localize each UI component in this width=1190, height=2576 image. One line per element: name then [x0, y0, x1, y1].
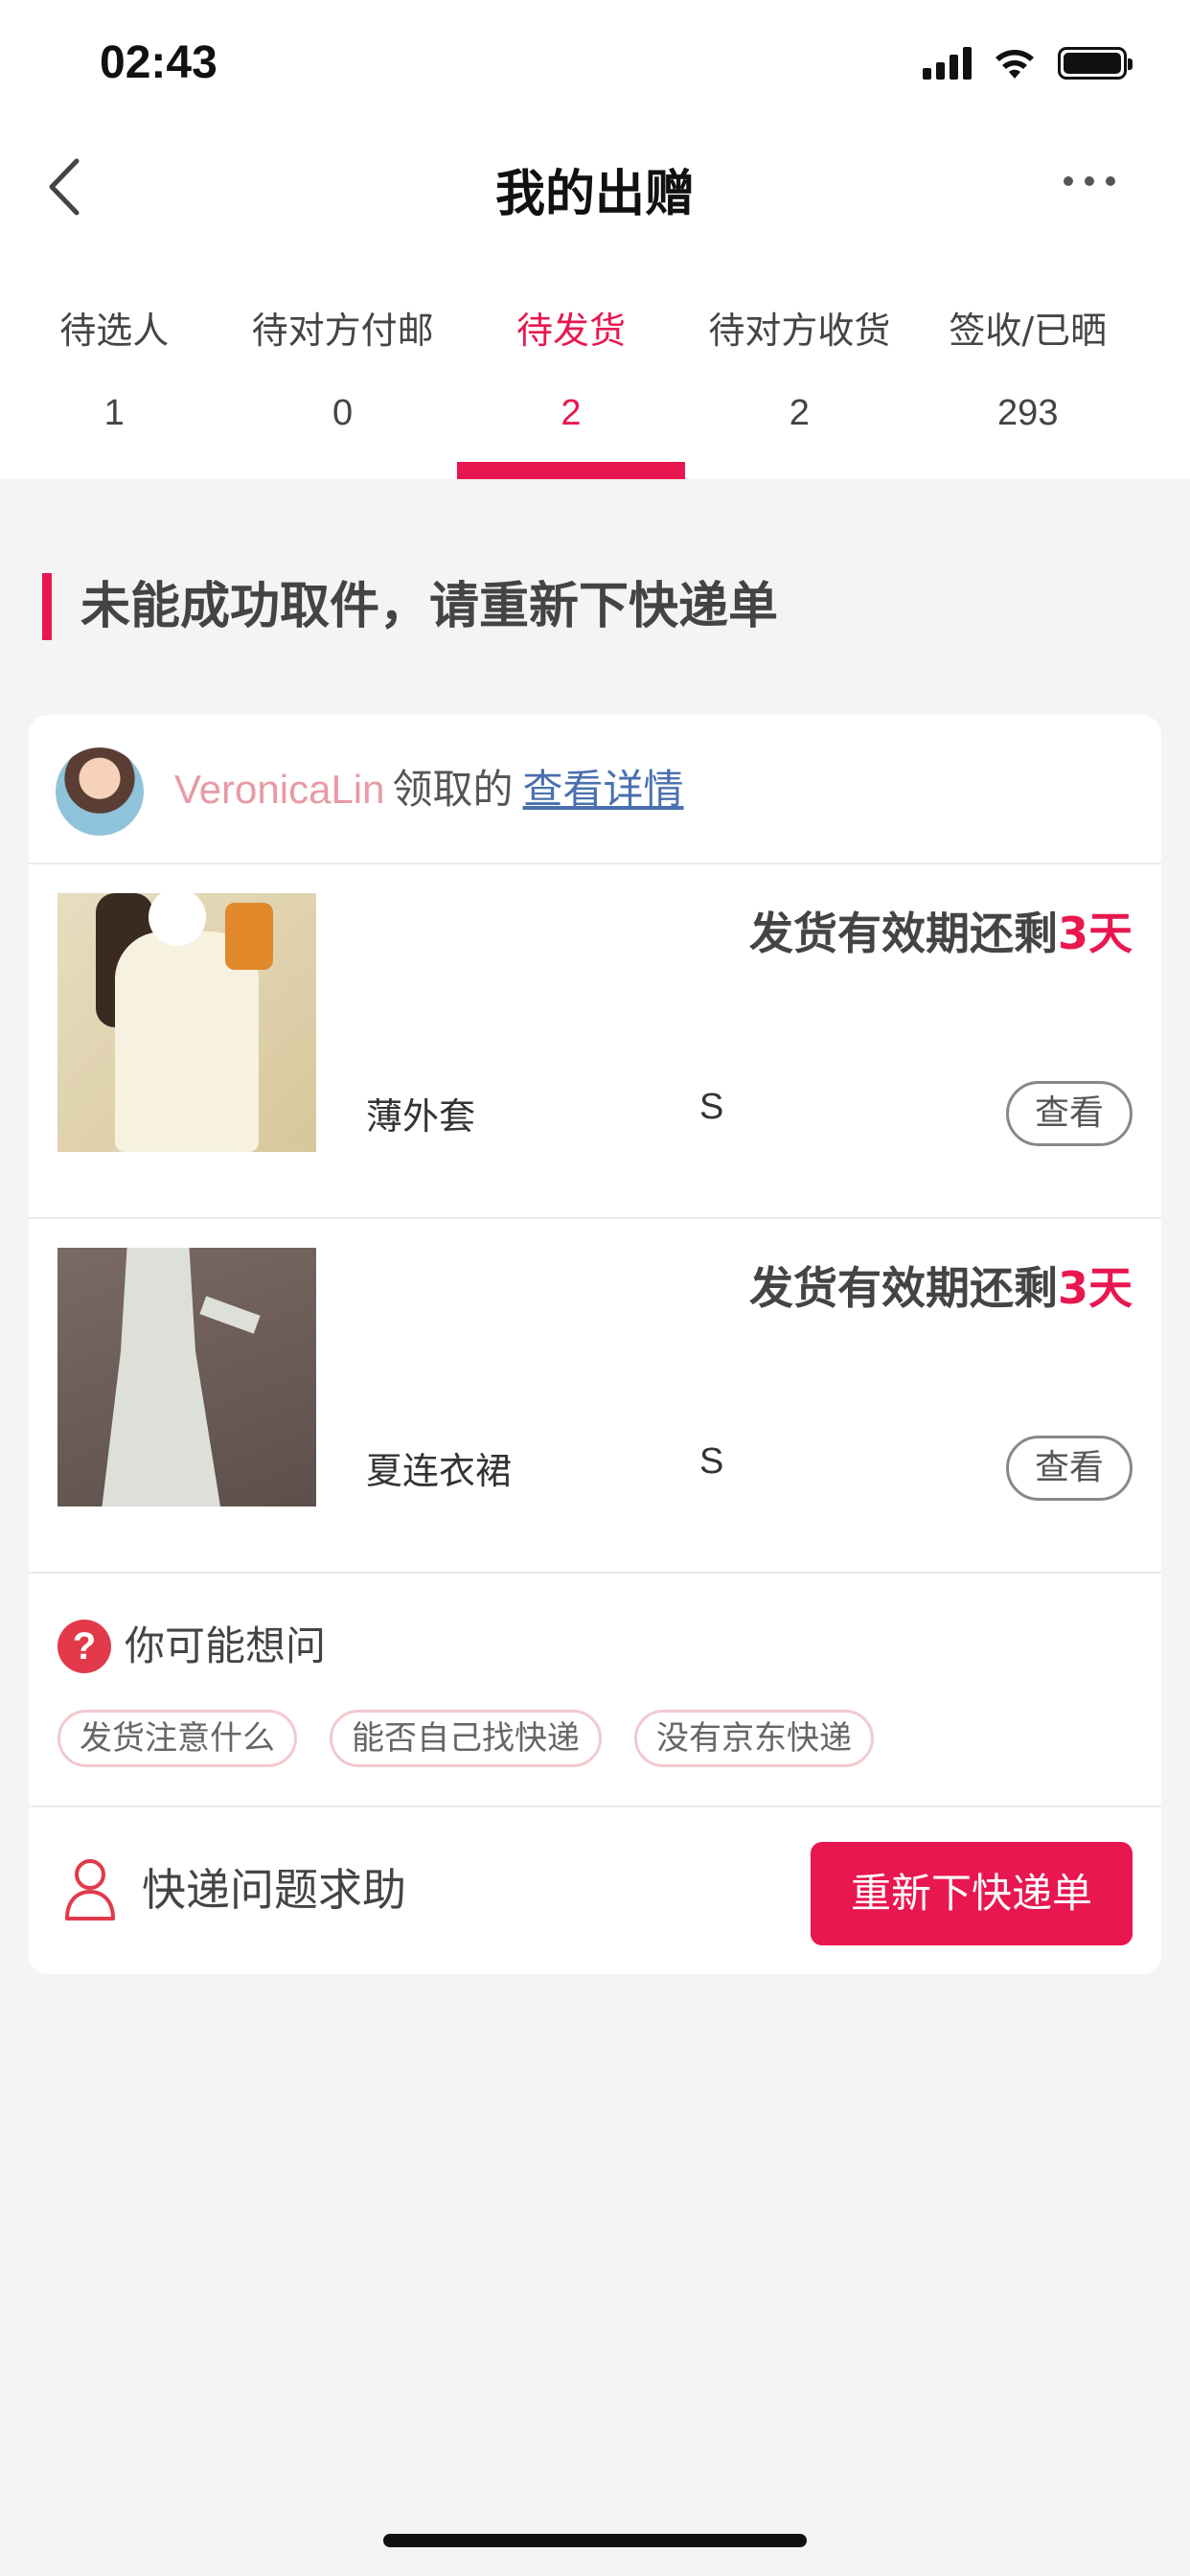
receiver-verb: 领取的: [392, 766, 514, 813]
view-button[interactable]: 查看: [1006, 1081, 1133, 1146]
section-title: 未能成功取件，请重新下快递单: [42, 573, 778, 640]
express-help-link[interactable]: 快递问题求助: [142, 1861, 406, 1919]
list-item: 发货有效期还剩3天 夏连衣裙 S 查看: [29, 1219, 1161, 1574]
item-size: S: [699, 1441, 724, 1482]
status-tabs: 待选人 1 待对方付邮 0 待发货 2 待对方收货 2 签收/已晒 293: [0, 297, 1190, 479]
reorder-express-button[interactable]: 重新下快递单: [811, 1842, 1133, 1945]
tab-count: 0: [332, 393, 354, 433]
avatar[interactable]: [56, 748, 144, 836]
faq-chip[interactable]: 发货注意什么: [57, 1710, 297, 1767]
item-image[interactable]: [57, 1248, 316, 1506]
tab-pending-receipt[interactable]: 待对方收货 2: [685, 297, 913, 479]
item-name: 薄外套: [366, 1095, 476, 1138]
tab-count: 293: [997, 393, 1059, 433]
view-details-link[interactable]: 查看详情: [523, 766, 684, 813]
deadline-days: 3天: [1057, 1262, 1133, 1314]
faq-chip[interactable]: 没有京东快递: [634, 1710, 874, 1767]
deadline-days: 3天: [1057, 908, 1133, 959]
tab-received[interactable]: 签收/已晒 293: [914, 297, 1142, 479]
question-icon: ?: [57, 1620, 111, 1673]
tab-pending-select[interactable]: 待选人 1: [0, 297, 228, 479]
item-image[interactable]: [57, 893, 316, 1152]
ship-deadline: 发货有效期还剩3天: [748, 908, 1133, 959]
active-tab-indicator: [456, 462, 686, 479]
tab-label: 待发货: [515, 310, 626, 352]
tab-label: 待选人: [59, 310, 170, 352]
faq-chip[interactable]: 能否自己找快递: [330, 1710, 602, 1767]
view-button[interactable]: 查看: [1006, 1436, 1133, 1501]
page-title: 我的出赠: [494, 166, 695, 223]
item-name: 夏连衣裙: [366, 1450, 513, 1492]
faq-section: ? 你可能想问 发货注意什么 能否自己找快递 没有京东快递: [29, 1574, 1161, 1807]
help-row: 快递问题求助 重新下快递单: [29, 1807, 1161, 1974]
receiver-row: VeronicaLin 领取的 查看详情: [29, 715, 1161, 864]
tab-count: 2: [561, 393, 582, 433]
battery-icon: [1058, 47, 1133, 80]
faq-chips: 发货注意什么 能否自己找快递 没有京东快递: [57, 1710, 874, 1767]
list-item: 发货有效期还剩3天 薄外套 S 查看: [29, 864, 1161, 1219]
more-icon[interactable]: [1064, 176, 1115, 196]
tab-pending-postage[interactable]: 待对方付邮 0: [228, 297, 456, 479]
faq-title: 你可能想问: [125, 1622, 327, 1669]
status-icons: [923, 44, 1133, 82]
wifi-icon: [995, 50, 1034, 79]
tab-label: 签收/已晒: [949, 310, 1108, 352]
status-time: 02:43: [100, 37, 217, 88]
home-indicator[interactable]: [383, 2534, 807, 2547]
header-area: 02:43 我的出赠 待选人 1 待对方付邮 0 待发货 2 待对方收货 2 签…: [0, 0, 1190, 479]
signal-icon: [923, 47, 972, 80]
tab-label: 待对方收货: [708, 310, 891, 352]
person-icon: [65, 1859, 115, 1920]
tab-label: 待对方付邮: [251, 310, 434, 352]
shipment-card: VeronicaLin 领取的 查看详情 发货有效期还剩3天 薄外套 S 查看 发货…: [29, 715, 1161, 1974]
tab-count: 2: [789, 393, 810, 433]
tab-pending-shipment[interactable]: 待发货 2: [456, 297, 686, 479]
item-size: S: [699, 1087, 724, 1127]
receiver-name[interactable]: VeronicaLin: [174, 767, 385, 812]
ship-deadline: 发货有效期还剩3天: [748, 1262, 1133, 1314]
tab-count: 1: [103, 393, 125, 433]
